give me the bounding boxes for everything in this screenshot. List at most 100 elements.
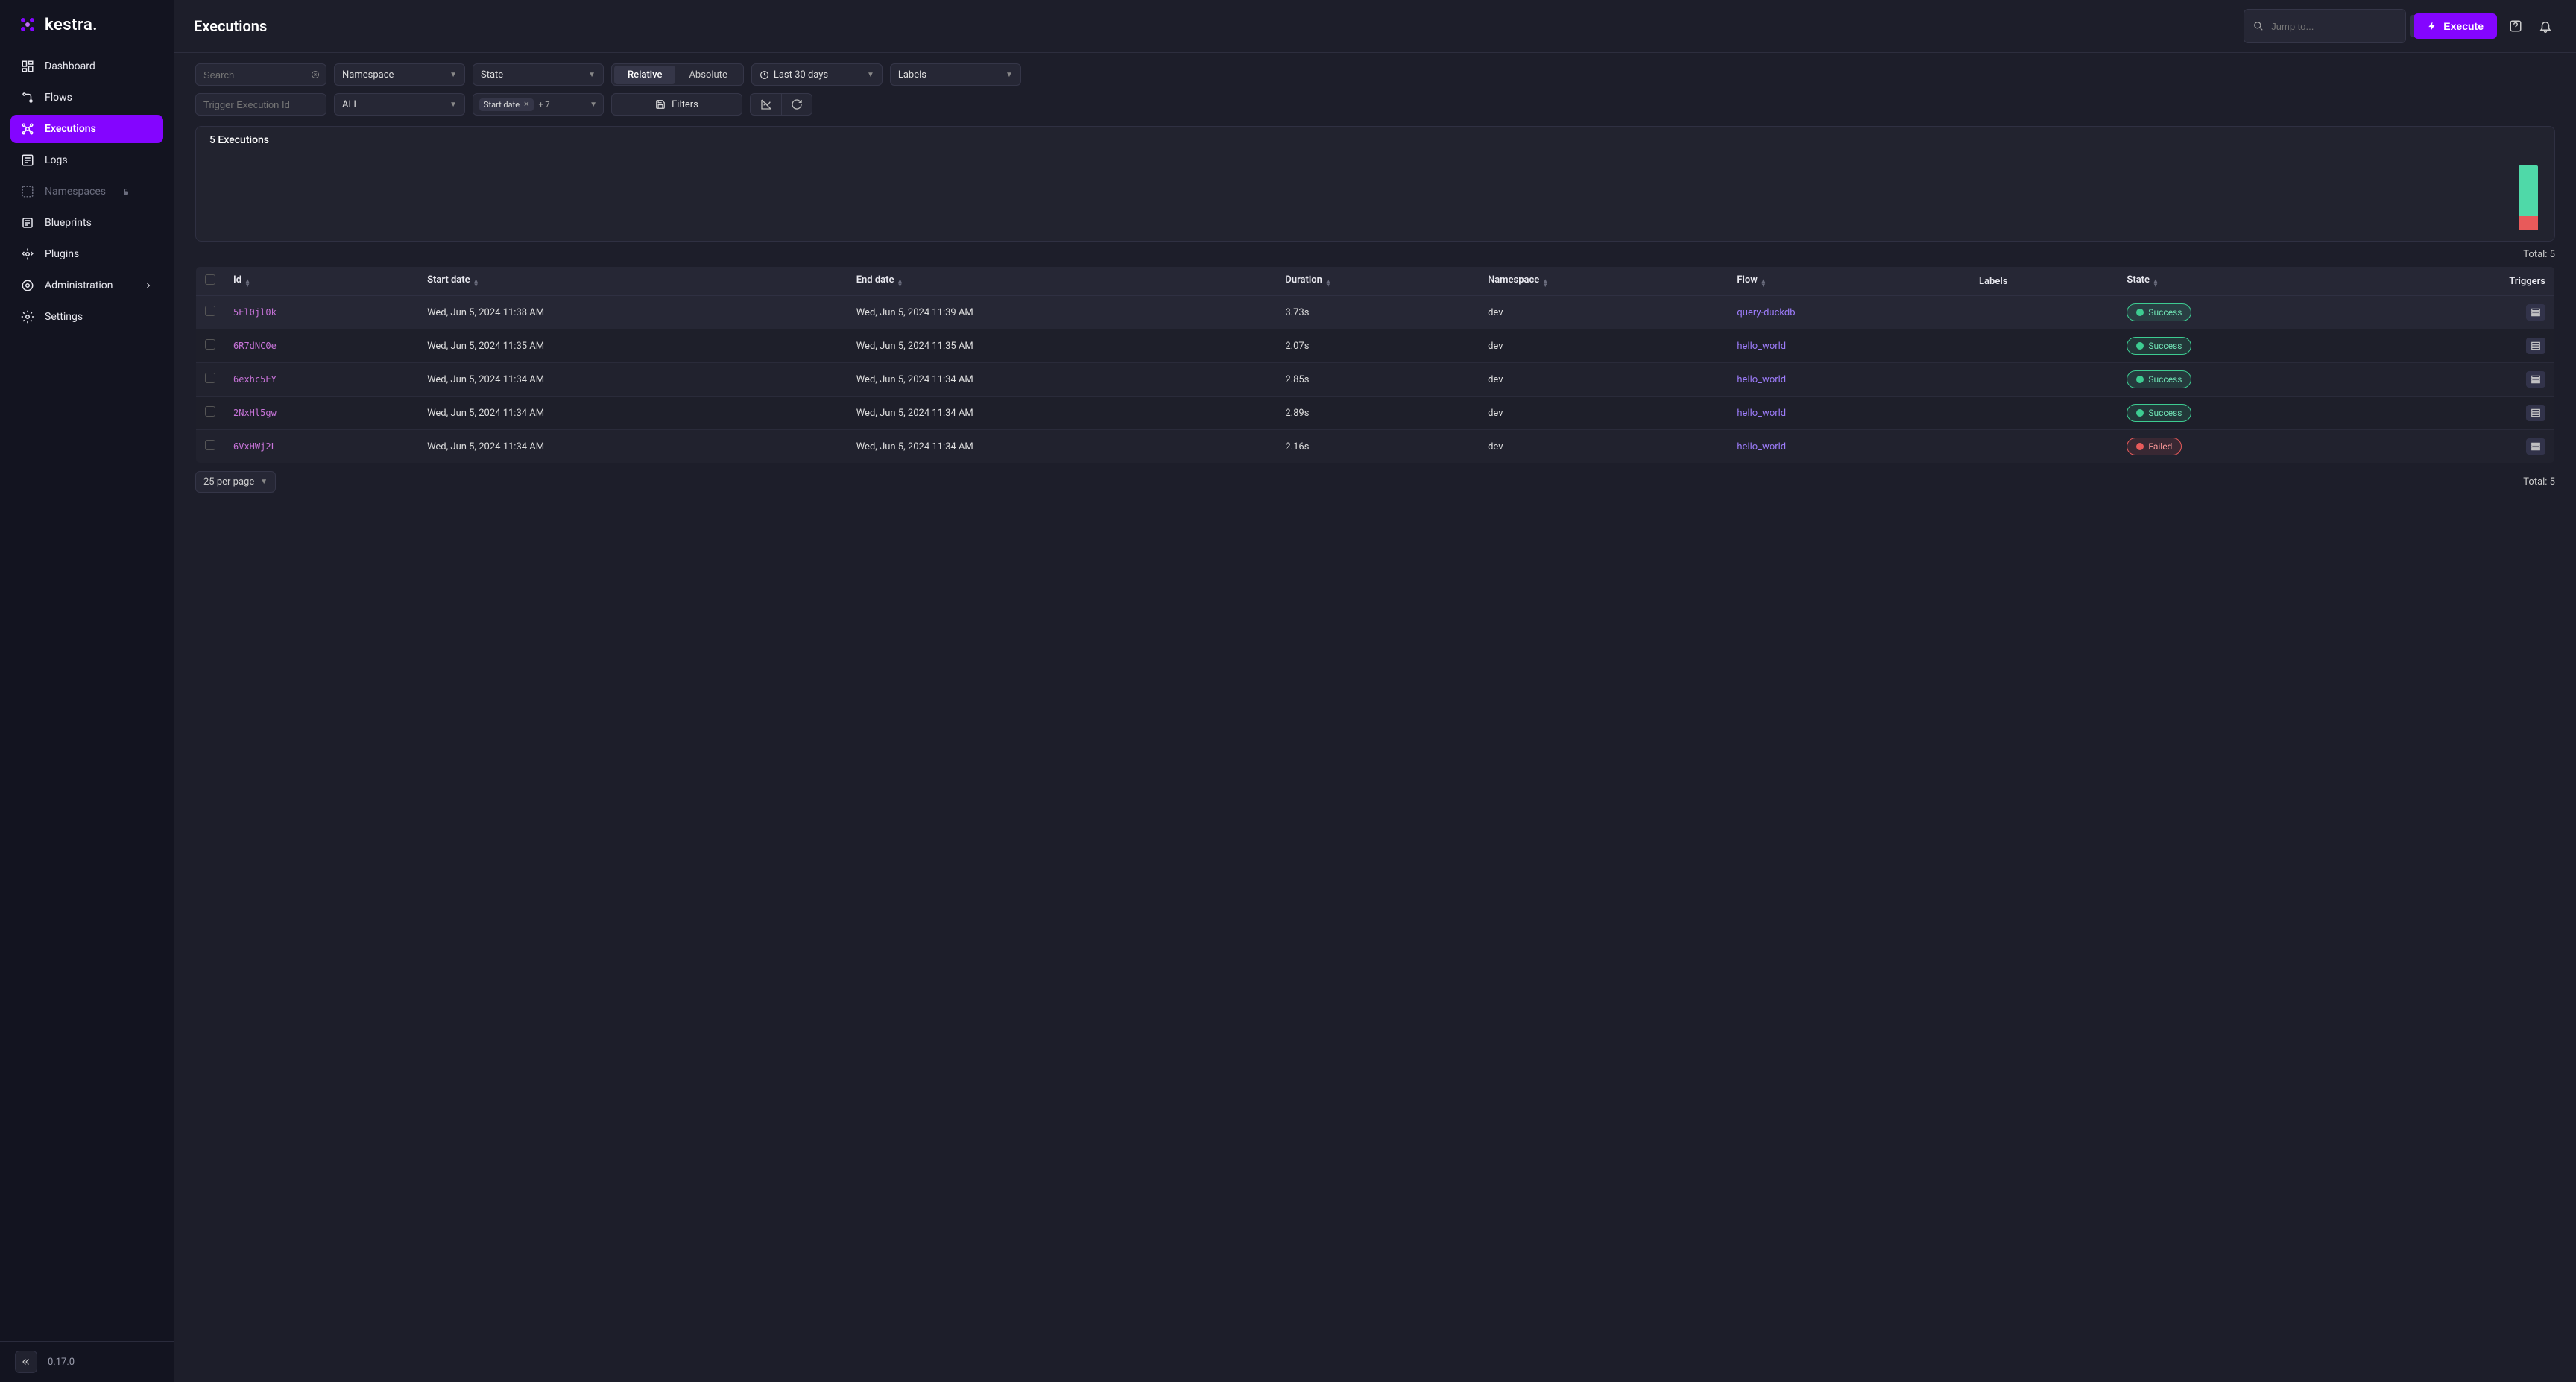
- chevron-right-icon: [144, 281, 153, 290]
- cell-flow[interactable]: hello_world: [1728, 363, 1970, 397]
- trigger-detail-button[interactable]: [2526, 438, 2545, 455]
- cell-end: Wed, Jun 5, 2024 11:35 AM: [847, 329, 1277, 363]
- col-duration[interactable]: Duration▲▼: [1276, 267, 1479, 296]
- per-page-select[interactable]: 25 per page ▼: [195, 471, 276, 493]
- search-filter[interactable]: [195, 63, 326, 86]
- cell-flow[interactable]: hello_world: [1728, 430, 1970, 464]
- nav-executions[interactable]: Executions: [10, 115, 163, 143]
- state-badge: Success: [2127, 337, 2191, 355]
- cell-flow[interactable]: hello_world: [1728, 329, 1970, 363]
- cell-state: Failed: [2118, 430, 2381, 464]
- cell-labels: [1970, 363, 2118, 397]
- trigger-detail-button[interactable]: [2526, 371, 2545, 388]
- nav-logs[interactable]: Logs: [10, 146, 163, 174]
- search-icon: [2253, 21, 2264, 31]
- gauge-icon: [21, 60, 34, 73]
- table-row[interactable]: 5El0jl0k Wed, Jun 5, 2024 11:38 AM Wed, …: [196, 296, 2555, 329]
- executions-count-card: 5 Executions: [195, 126, 2555, 242]
- trigger-id-input[interactable]: [203, 99, 318, 110]
- trigger-detail-button[interactable]: [2526, 405, 2545, 421]
- row-select-checkbox[interactable]: [205, 440, 215, 450]
- nav-namespaces[interactable]: Namespaces: [10, 177, 163, 206]
- cell-namespace: dev: [1479, 430, 1728, 464]
- chevron-down-icon: ▼: [260, 478, 268, 486]
- sort-filter[interactable]: Start date ✕ + 7 ▼: [473, 93, 604, 116]
- namespace-filter[interactable]: Namespace▼: [334, 63, 465, 86]
- state-dot-icon: [2136, 443, 2144, 450]
- clear-search-icon[interactable]: [311, 70, 320, 79]
- labels-filter[interactable]: Labels▼: [890, 63, 1021, 86]
- nav: Dashboard Flows Executions Logs Namespac…: [0, 46, 174, 1341]
- filters-button[interactable]: Filters: [611, 93, 742, 116]
- col-namespace[interactable]: Namespace▲▼: [1479, 267, 1728, 296]
- level-filter[interactable]: ALL▼: [334, 93, 465, 116]
- jump-to-search[interactable]: Ctrl/Cmd + K: [2244, 9, 2406, 43]
- nav-administration[interactable]: Administration: [10, 271, 163, 300]
- jump-input[interactable]: [2271, 21, 2402, 32]
- trigger-id-filter[interactable]: [195, 93, 326, 116]
- cell-id[interactable]: 6VxHWj2L: [224, 430, 418, 464]
- brand-logo[interactable]: kestra.: [0, 0, 174, 46]
- logo-icon: [18, 15, 37, 34]
- nav-label: Logs: [45, 154, 68, 166]
- executions-table: Id▲▼ Start date▲▼ End date▲▼ Duration▲▼ …: [195, 266, 2555, 464]
- collapse-sidebar-button[interactable]: [15, 1351, 37, 1373]
- execute-button[interactable]: Execute: [2414, 13, 2497, 39]
- toggle-absolute[interactable]: Absolute: [675, 66, 740, 84]
- flow-icon: [21, 91, 34, 104]
- toggle-relative[interactable]: Relative: [614, 66, 675, 84]
- state-badge: Failed: [2127, 438, 2182, 455]
- page-title: Executions: [194, 17, 267, 35]
- nav-plugins[interactable]: Plugins: [10, 240, 163, 268]
- help-button[interactable]: [2504, 15, 2527, 37]
- col-start[interactable]: Start date▲▼: [418, 267, 847, 296]
- nav-blueprints[interactable]: Blueprints: [10, 209, 163, 237]
- nav-flows[interactable]: Flows: [10, 83, 163, 112]
- col-end[interactable]: End date▲▼: [847, 267, 1277, 296]
- total-bottom: Total: 5: [2523, 476, 2555, 488]
- table-row[interactable]: 6exhc5EY Wed, Jun 5, 2024 11:34 AM Wed, …: [196, 363, 2555, 397]
- row-select-checkbox[interactable]: [205, 373, 215, 383]
- cell-id[interactable]: 2NxHl5gw: [224, 397, 418, 430]
- col-labels: Labels: [1970, 267, 2118, 296]
- table-row[interactable]: 6R7dNC0e Wed, Jun 5, 2024 11:35 AM Wed, …: [196, 329, 2555, 363]
- cell-state: Success: [2118, 329, 2381, 363]
- lock-icon: [119, 185, 133, 198]
- row-select-checkbox[interactable]: [205, 306, 215, 316]
- logs-icon: [21, 154, 34, 167]
- table-footer: 25 per page ▼ Total: 5: [174, 464, 2576, 500]
- trigger-detail-button[interactable]: [2526, 338, 2545, 354]
- namespace-icon: [21, 185, 34, 198]
- nav-settings[interactable]: Settings: [10, 303, 163, 331]
- state-badge: Success: [2127, 303, 2191, 321]
- brand-name: kestra.: [45, 16, 98, 34]
- row-select-checkbox[interactable]: [205, 339, 215, 350]
- cell-labels: [1970, 430, 2118, 464]
- bolt-icon: [2427, 21, 2437, 31]
- cell-triggers: [2381, 329, 2555, 363]
- col-id[interactable]: Id▲▼: [224, 267, 418, 296]
- cell-triggers: [2381, 296, 2555, 329]
- col-state[interactable]: State▲▼: [2118, 267, 2381, 296]
- cell-id[interactable]: 6R7dNC0e: [224, 329, 418, 363]
- search-input[interactable]: [203, 69, 318, 81]
- sort-chip[interactable]: Start date ✕: [479, 98, 534, 111]
- col-flow[interactable]: Flow▲▼: [1728, 267, 1970, 296]
- bell-button[interactable]: [2534, 15, 2557, 37]
- remove-chip-icon[interactable]: ✕: [523, 101, 529, 109]
- row-select-checkbox[interactable]: [205, 406, 215, 417]
- trigger-detail-button[interactable]: [2526, 304, 2545, 321]
- table-row[interactable]: 6VxHWj2L Wed, Jun 5, 2024 11:34 AM Wed, …: [196, 430, 2555, 464]
- select-all-checkbox[interactable]: [205, 274, 215, 285]
- nav-dashboard[interactable]: Dashboard: [10, 52, 163, 81]
- cell-id[interactable]: 6exhc5EY: [224, 363, 418, 397]
- refresh-button[interactable]: [781, 93, 812, 116]
- table-row[interactable]: 2NxHl5gw Wed, Jun 5, 2024 11:34 AM Wed, …: [196, 397, 2555, 430]
- cell-id[interactable]: 5El0jl0k: [224, 296, 418, 329]
- cell-start: Wed, Jun 5, 2024 11:35 AM: [418, 329, 847, 363]
- date-range-filter[interactable]: Last 30 days ▼: [751, 63, 883, 86]
- cell-flow[interactable]: query-duckdb: [1728, 296, 1970, 329]
- state-filter[interactable]: State▼: [473, 63, 604, 86]
- chart-off-button[interactable]: [750, 93, 781, 116]
- cell-flow[interactable]: hello_world: [1728, 397, 1970, 430]
